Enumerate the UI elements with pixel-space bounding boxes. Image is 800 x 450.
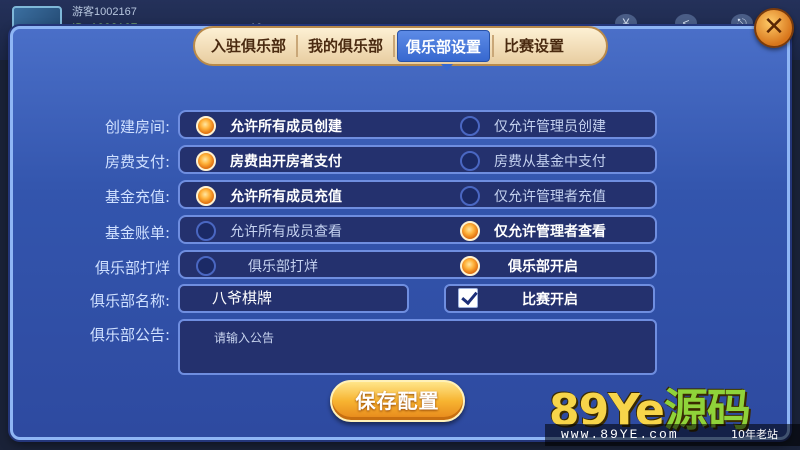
create-room-option-admin[interactable]: 仅允许管理员创建 [460,115,606,137]
tab-club-settings[interactable]: 俱乐部设置 [397,30,491,62]
radio-unselected[interactable] [460,116,480,136]
radio-selected[interactable] [460,221,480,241]
user-name: 游客1002167 [72,6,137,18]
tab-divider [393,35,396,57]
watermark-url-text: www.89YE.com [561,427,679,442]
option-label: 允许所有成员充值 [230,189,342,205]
create-room-label: 创建房间: [104,118,170,136]
radio-selected[interactable] [196,186,216,206]
option-label: 允许所有成员查看 [230,224,342,240]
radio-selected[interactable] [196,116,216,136]
radio-selected[interactable] [460,256,480,276]
fund-bill-label: 基金账单: [104,224,170,242]
fund-bill-option-admin[interactable]: 仅允许管理者查看 [460,220,606,242]
fund-recharge-option-all[interactable]: 允许所有成员充值 [196,185,342,207]
club-notice-label: 俱乐部公告: [89,326,170,344]
club-open-option[interactable]: 俱乐部开启 [460,255,578,277]
option-label: 仅允许管理员创建 [494,119,606,135]
option-label: 允许所有成员创建 [230,119,342,135]
room-fee-group: 房费由开房者支付 房费从基金中支付 [178,145,657,174]
watermark-tag: 10年老站 [731,428,778,441]
tab-join-club[interactable]: 入驻俱乐部 [203,30,294,62]
radio-unselected[interactable] [196,256,216,276]
match-toggle[interactable]: 比赛开启 [444,284,655,313]
fund-recharge-group: 允许所有成员充值 仅允许管理者充值 [178,180,657,209]
club-open-label: 俱乐部打烊 [94,259,170,277]
close-icon: ✕ [763,12,785,42]
room-fee-label: 房费支付: [104,153,170,171]
create-room-group: 允许所有成员创建 仅允许管理员创建 [178,110,657,139]
tab-bar: 入驻俱乐部 我的俱乐部 俱乐部设置 比赛设置 [193,26,608,66]
club-notice-input[interactable]: 请输入公告 [178,319,657,375]
active-tab-pointer [441,64,453,71]
option-label: 房费由开房者支付 [230,154,342,170]
club-name-label: 俱乐部名称: [89,292,170,310]
option-label: 仅允许管理者充值 [494,189,606,205]
option-label: 俱乐部打烊 [248,259,318,275]
club-name-input[interactable]: 八爷棋牌 [178,284,409,313]
fund-recharge-option-admin[interactable]: 仅允许管理者充值 [460,185,606,207]
close-button[interactable]: ✕ [754,8,794,48]
fund-bill-group: 允许所有成员查看 仅允许管理者查看 [178,215,657,244]
tab-match-settings[interactable]: 比赛设置 [496,30,572,62]
option-label: 俱乐部开启 [508,259,578,275]
watermark-url: www.89YE.com 10年老站 [545,424,800,446]
club-open-group: 俱乐部打烊 俱乐部开启 [178,250,657,279]
match-toggle-label: 比赛开启 [522,292,578,308]
watermark: 89Ye源码 www.89YE.com 10年老站 [545,370,800,450]
tab-my-club[interactable]: 我的俱乐部 [300,30,391,62]
option-label: 房费从基金中支付 [494,154,606,170]
checkbox-checked-icon[interactable] [458,288,478,308]
radio-selected[interactable] [196,151,216,171]
club-close-option[interactable]: 俱乐部打烊 [196,255,318,277]
tab-divider [296,35,299,57]
tab-divider [492,35,495,57]
room-fee-option-creator[interactable]: 房费由开房者支付 [196,150,342,172]
fund-recharge-label: 基金充值: [104,188,170,206]
radio-unselected[interactable] [460,186,480,206]
save-config-button[interactable]: 保存配置 [330,380,465,422]
option-label: 仅允许管理者查看 [494,224,606,240]
room-fee-option-fund[interactable]: 房费从基金中支付 [460,150,606,172]
create-room-option-all[interactable]: 允许所有成员创建 [196,115,342,137]
radio-unselected[interactable] [460,151,480,171]
fund-bill-option-all[interactable]: 允许所有成员查看 [196,220,342,242]
radio-unselected[interactable] [196,221,216,241]
